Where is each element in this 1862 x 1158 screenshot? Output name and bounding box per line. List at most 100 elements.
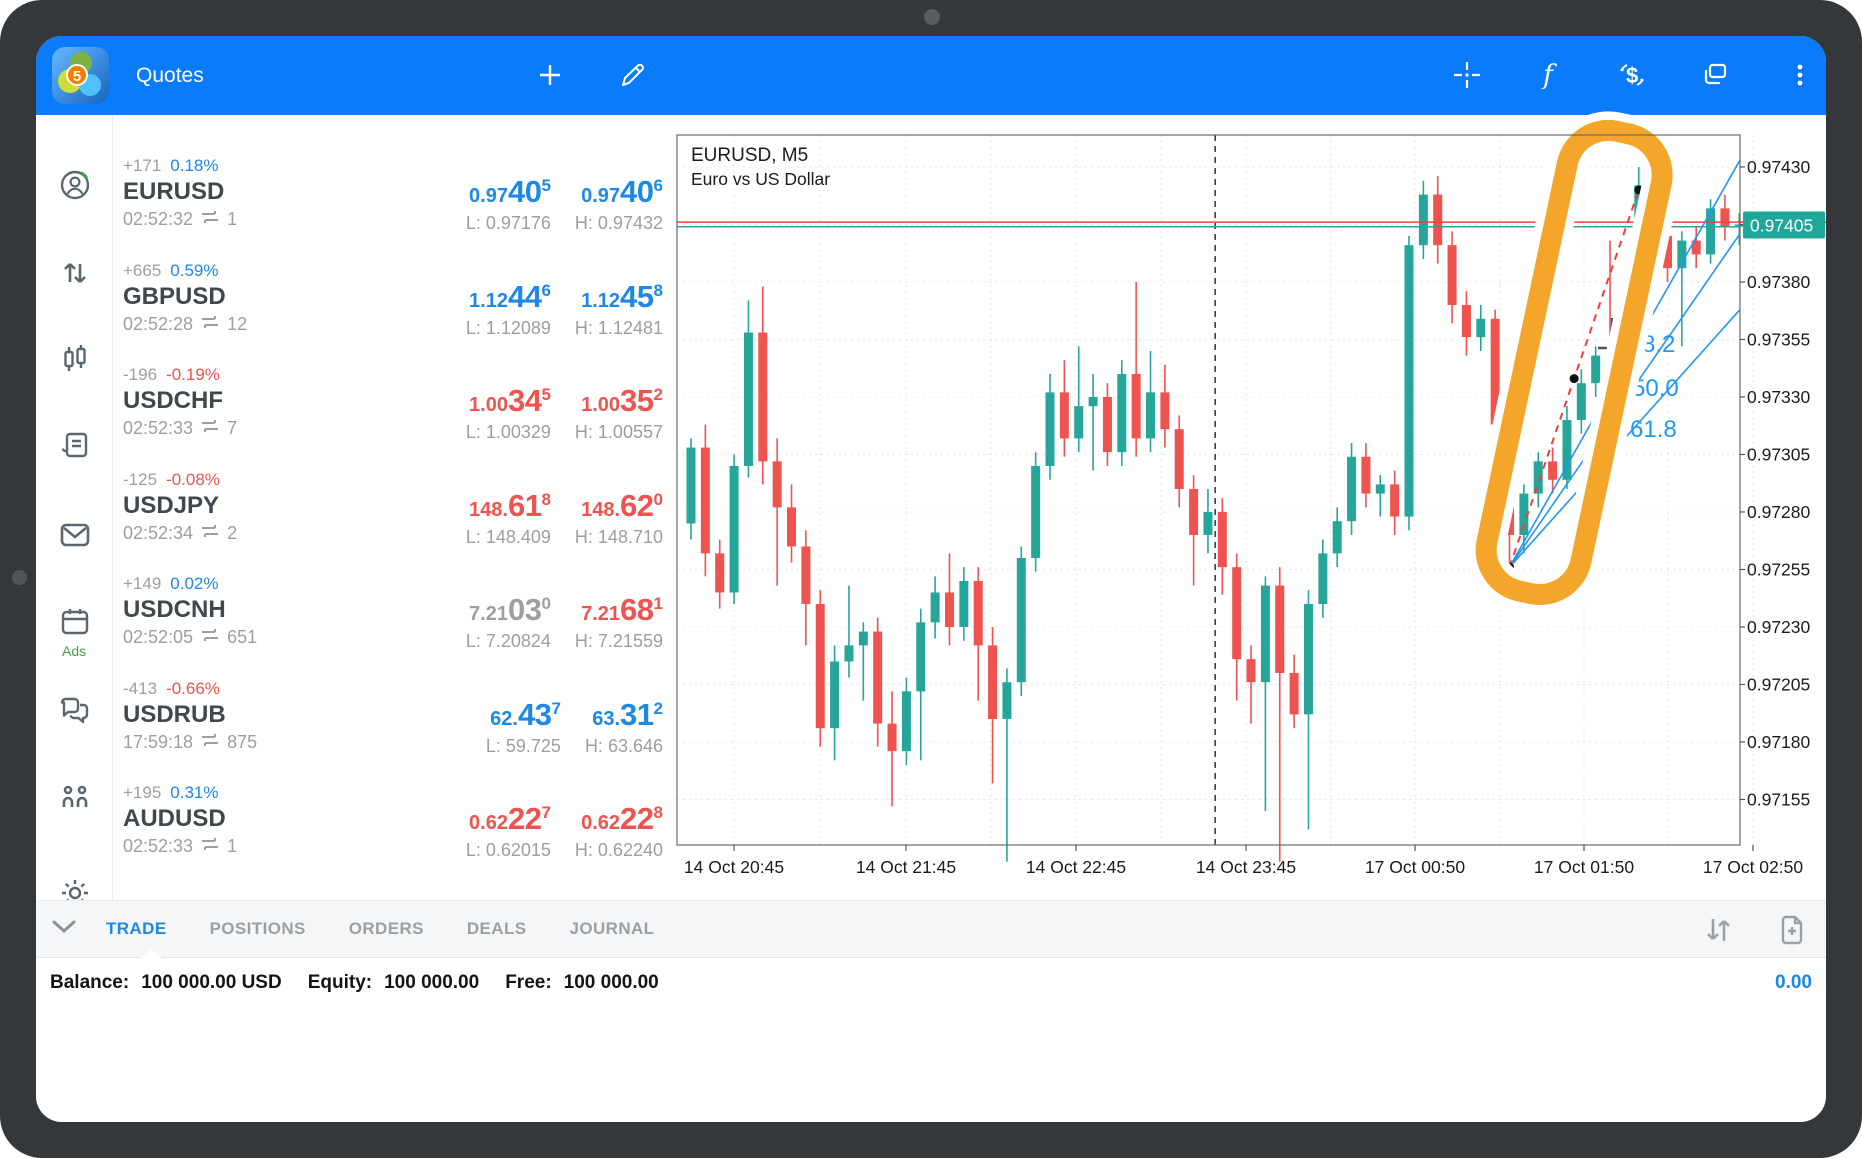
highlight-annotation xyxy=(1478,123,1670,603)
candle-body xyxy=(1462,305,1471,337)
x-tick-label: 17 Oct 00:50 xyxy=(1365,857,1465,877)
spread-value: 651 xyxy=(227,627,257,648)
mt5-logo[interactable]: 5 xyxy=(52,47,109,104)
sidebar-item-calendar[interactable] xyxy=(58,606,92,640)
candle-body xyxy=(830,661,839,728)
change-line: +6650.59% xyxy=(123,256,247,281)
quote-info: +1490.02%USDCNH02:52:05651 xyxy=(123,569,257,674)
edit-symbols-button[interactable] xyxy=(613,55,653,95)
candle-body xyxy=(916,622,925,691)
ask-price: 63.312 xyxy=(592,697,663,733)
ask-price: 1.00352 xyxy=(581,383,663,419)
new-order-button[interactable] xyxy=(1772,910,1812,950)
crosshair-button[interactable] xyxy=(1447,55,1487,95)
spread-icon xyxy=(200,523,220,544)
bottom-tab-bar: TRADE POSITIONS ORDERS DEALS JOURNAL xyxy=(36,900,1826,958)
symbol-name: USDRUB xyxy=(123,701,257,729)
trade-panel: Balance:100 000.00 USDEquity:100 000.00F… xyxy=(36,958,1826,1122)
candle-body xyxy=(1290,673,1299,714)
collapse-panel-button[interactable] xyxy=(36,920,92,939)
tab-orders[interactable]: ORDERS xyxy=(349,919,424,939)
candle-body xyxy=(1405,245,1414,516)
sidebar-item-chat[interactable] xyxy=(58,696,92,730)
tab-positions[interactable]: POSITIONS xyxy=(210,919,306,939)
candle-body xyxy=(1419,195,1428,246)
three-dots-icon xyxy=(1786,61,1814,89)
change-points: -413 xyxy=(123,679,157,699)
candle-body xyxy=(1390,484,1399,516)
candle-body xyxy=(1577,383,1586,420)
active-tab-notch xyxy=(140,949,162,958)
quote-prices: 0.622270.62228L: 0.62015H: 0.62240 xyxy=(466,778,663,883)
candle-body xyxy=(1232,567,1241,659)
x-tick-label: 14 Oct 23:45 xyxy=(1196,857,1296,877)
sidebar-item-community[interactable] xyxy=(58,782,92,816)
y-tick-label: 0.97280 xyxy=(1747,502,1811,522)
candle-body xyxy=(1275,586,1284,673)
tab-journal[interactable]: JOURNAL xyxy=(570,919,655,939)
currency-exchange-button[interactable]: $ xyxy=(1612,55,1652,95)
bid-price: 1.12446 xyxy=(469,279,551,315)
sidebar-item-charts[interactable] xyxy=(58,344,92,378)
symbol-name: GBPUSD xyxy=(123,283,247,311)
quote-row-usdrub[interactable]: -413-0.66%USDRUB17:59:1887562.43763.312L… xyxy=(123,674,663,779)
candle-body xyxy=(1534,461,1543,493)
y-tick-label: 0.97230 xyxy=(1747,617,1811,637)
quote-row-gbpusd[interactable]: +6650.59%GBPUSD02:52:28121.124461.12458L… xyxy=(123,256,663,361)
high-value: H: 0.62240 xyxy=(575,840,663,861)
candle-body xyxy=(773,461,782,507)
indicators-button[interactable]: f xyxy=(1530,55,1570,95)
quote-time: 02:52:33 xyxy=(123,418,193,439)
sidebar-item-news[interactable] xyxy=(58,430,92,464)
news-icon xyxy=(59,429,91,466)
window-manager-button[interactable] xyxy=(1695,55,1735,95)
y-tick-label: 0.97255 xyxy=(1747,559,1810,579)
candle-body xyxy=(801,546,810,604)
price-chart[interactable]: 8.250.061.80.974300.973800.973550.973300… xyxy=(677,135,1826,895)
candle-body xyxy=(1591,356,1600,384)
quote-row-usdcnh[interactable]: +1490.02%USDCNH02:52:056517.210307.21681… xyxy=(123,569,663,674)
candle-body xyxy=(945,592,954,627)
y-tick-label: 0.97205 xyxy=(1747,674,1810,694)
quote-row-eurusd[interactable]: +1710.18%EURUSD02:52:3210.974050.97406L:… xyxy=(123,151,663,256)
profit-value: 0.00 xyxy=(1775,972,1812,994)
new-order-icon xyxy=(1777,915,1807,945)
overflow-menu-button[interactable] xyxy=(1780,55,1820,95)
app-screen: 5 Quotes f xyxy=(36,36,1826,1122)
sort-button[interactable] xyxy=(1698,910,1738,950)
quote-row-usdjpy[interactable]: -125-0.08%USDJPY02:52:342148.618148.620L… xyxy=(123,465,663,570)
tab-deals[interactable]: DEALS xyxy=(467,919,527,939)
current-price-text: 0.97405 xyxy=(1750,215,1813,235)
spread-value: 2 xyxy=(227,523,237,544)
sidebar-item-quotes[interactable] xyxy=(58,258,92,292)
trend-anchor-dot xyxy=(1570,374,1579,383)
add-symbol-button[interactable] xyxy=(530,55,570,95)
candle-body xyxy=(1074,406,1083,438)
quote-info: +6650.59%GBPUSD02:52:2812 xyxy=(123,256,247,361)
quote-row-usdchf[interactable]: -196-0.19%USDCHF02:52:3371.003451.00352L… xyxy=(123,360,663,465)
sidebar-item-account[interactable] xyxy=(58,170,92,204)
tab-trade[interactable]: TRADE xyxy=(106,919,167,939)
candle-body xyxy=(859,632,868,646)
chat-icon xyxy=(58,694,92,733)
chart-canvas[interactable]: 8.250.061.80.974300.973800.973550.973300… xyxy=(677,135,1826,895)
candle-body xyxy=(1017,558,1026,682)
sidebar-item-settings[interactable] xyxy=(58,878,92,900)
bid-price: 62.437 xyxy=(490,697,561,733)
sidebar-item-mailbox[interactable] xyxy=(58,520,92,554)
candle-body xyxy=(1318,553,1327,604)
time-spread-line: 02:52:321 xyxy=(123,209,237,230)
ask-price: 1.12458 xyxy=(581,279,663,315)
change-percent: -0.19% xyxy=(166,365,220,385)
tablet-device-frame: 5 Quotes f xyxy=(0,0,1862,1158)
candle-body xyxy=(974,581,983,645)
app-header: 5 Quotes f xyxy=(36,36,1826,115)
candle-body xyxy=(1304,604,1313,714)
spread-icon xyxy=(200,418,220,439)
candle-body xyxy=(1117,374,1126,452)
quote-row-audusd[interactable]: +1950.31%AUDUSD02:52:3310.622270.62228L:… xyxy=(123,778,663,883)
low-value: L: 7.20824 xyxy=(466,631,551,652)
candle-body xyxy=(1476,319,1485,337)
candle-body xyxy=(816,604,825,728)
symbol-name: EURUSD xyxy=(123,178,237,206)
